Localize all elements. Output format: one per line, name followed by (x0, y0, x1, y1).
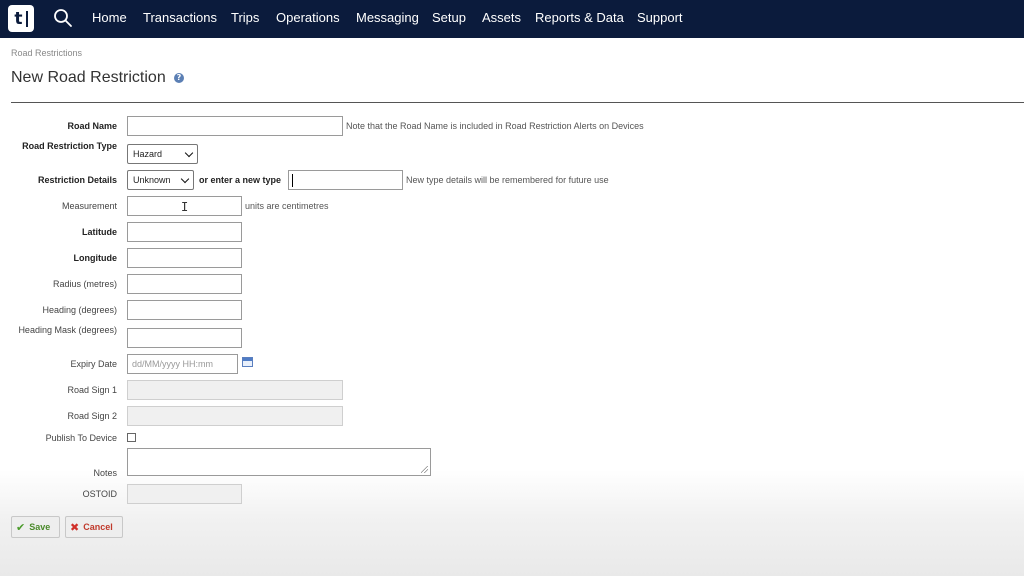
ostoid-label: OSTOID (82, 489, 117, 499)
nav-assets[interactable]: Assets (482, 10, 521, 25)
cancel-button[interactable]: ✖ Cancel (65, 516, 123, 538)
header-divider (11, 102, 1024, 103)
app-logo[interactable]: t (8, 5, 34, 32)
restriction-details-value: Unknown (133, 175, 171, 185)
restriction-type-label: Road Restriction Type (22, 141, 117, 151)
nav-messaging[interactable]: Messaging (356, 10, 419, 25)
nav-support[interactable]: Support (637, 10, 683, 25)
road-sign-2-label: Road Sign 2 (67, 411, 117, 421)
save-label: Save (29, 522, 51, 532)
check-icon: ✔ (16, 520, 26, 534)
longitude-input[interactable] (127, 248, 242, 268)
calendar-icon[interactable] (242, 357, 253, 367)
road-sign-2-input[interactable] (127, 406, 343, 426)
expiry-date-input[interactable] (127, 354, 238, 374)
heading-mask-input[interactable] (127, 328, 242, 348)
road-name-input[interactable] (127, 116, 343, 136)
nav-transactions[interactable]: Transactions (143, 10, 217, 25)
save-button[interactable]: ✔ Save (11, 516, 60, 538)
heading-input[interactable] (127, 300, 242, 320)
road-name-label: Road Name (67, 121, 117, 131)
breadcrumb[interactable]: Road Restrictions (11, 48, 82, 58)
text-caret (292, 174, 293, 187)
top-nav-bar: t Home Transactions Trips Operations Mes… (0, 0, 1024, 38)
logo-text: t (14, 8, 23, 29)
measurement-label: Measurement (61, 201, 117, 211)
publish-label: Publish To Device (45, 433, 117, 443)
nav-setup[interactable]: Setup (432, 10, 466, 25)
radius-label: Radius (metres) (52, 279, 117, 289)
restriction-type-value: Hazard (133, 149, 163, 159)
restriction-type-select[interactable]: Hazard (127, 144, 198, 164)
heading-label: Heading (degrees) (42, 305, 117, 315)
restriction-details-label: Restriction Details (37, 175, 117, 185)
help-icon[interactable]: ? (174, 73, 184, 83)
logo-bar (25, 10, 28, 27)
chevron-down-icon (180, 174, 190, 184)
resize-grip-icon[interactable] (421, 466, 428, 473)
longitude-label: Longitude (73, 253, 118, 263)
heading-mask-label: Heading Mask (degrees) (18, 325, 117, 335)
ibeam-cursor-icon: I (181, 200, 189, 214)
measurement-note: units are centimetres (245, 201, 329, 211)
new-type-note: New type details will be remembered for … (406, 175, 609, 185)
road-sign-1-input[interactable] (127, 380, 343, 400)
nav-home[interactable]: Home (92, 10, 127, 25)
cancel-label: Cancel (83, 522, 113, 532)
restriction-details-select[interactable]: Unknown (127, 170, 194, 190)
ostoid-input[interactable] (127, 484, 242, 504)
latitude-input[interactable] (127, 222, 242, 242)
page-title: New Road Restriction (11, 69, 166, 86)
publish-checkbox[interactable] (127, 433, 136, 442)
notes-textarea[interactable] (127, 448, 431, 476)
nav-trips[interactable]: Trips (231, 10, 259, 25)
notes-label: Notes (93, 468, 117, 478)
new-type-label: or enter a new type (199, 175, 282, 185)
road-name-note: Note that the Road Name is included in R… (346, 121, 644, 131)
nav-reports-data[interactable]: Reports & Data (535, 10, 624, 25)
new-type-input[interactable] (288, 170, 403, 190)
road-sign-1-label: Road Sign 1 (67, 385, 117, 395)
chevron-down-icon (184, 148, 194, 158)
latitude-label: Latitude (82, 227, 117, 237)
radius-input[interactable] (127, 274, 242, 294)
expiry-date-label: Expiry Date (70, 359, 117, 369)
x-icon: ✖ (70, 520, 80, 534)
nav-operations[interactable]: Operations (276, 10, 340, 25)
search-icon[interactable] (53, 8, 73, 28)
